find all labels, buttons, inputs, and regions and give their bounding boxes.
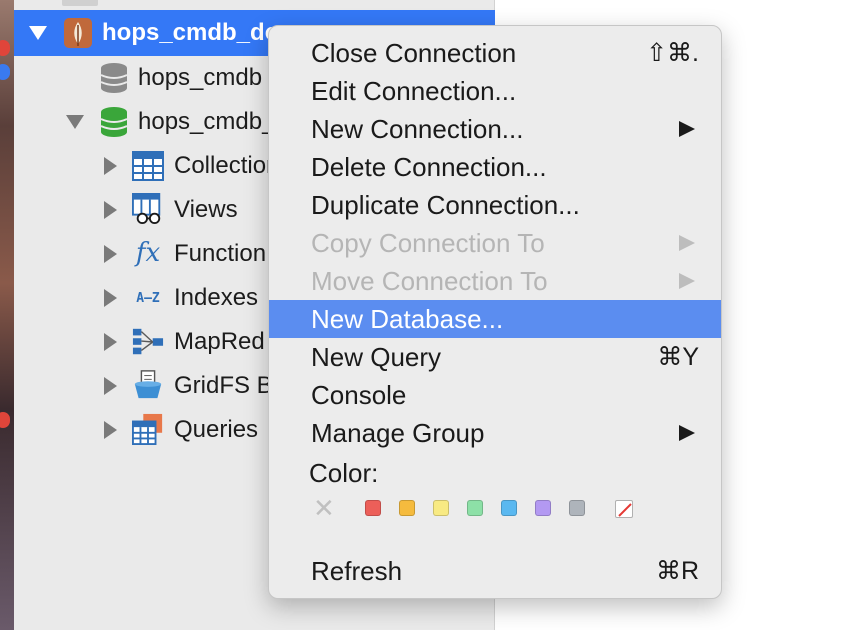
tree-item-label: MapRed <box>174 328 265 355</box>
menu-item-new-connection[interactable]: New Connection... <box>269 110 721 148</box>
color-swatch[interactable] <box>535 500 551 516</box>
menu-item-label: Refresh <box>311 555 403 586</box>
tree-item-label: GridFS B <box>174 372 273 399</box>
database-label: hops_cmdb_ <box>138 108 276 135</box>
mongodb-leaf-icon <box>62 17 94 49</box>
disclosure-collapsed-icon[interactable] <box>104 289 117 307</box>
clipped-row <box>62 0 98 6</box>
submenu-arrow-icon <box>679 121 695 137</box>
disclosure-collapsed-icon[interactable] <box>104 157 117 175</box>
menu-shortcut: ⌘R <box>655 557 699 585</box>
menu-item-move-connection-to: Move Connection To <box>269 262 721 300</box>
database-green-icon <box>98 106 130 138</box>
desktop-badge-icon <box>0 64 10 80</box>
menu-item-new-query[interactable]: New Query ⌘Y <box>269 338 721 376</box>
context-menu: Close Connection ⇧⌘. Edit Connection... … <box>268 25 722 599</box>
menu-item-label: Duplicate Connection... <box>311 189 580 220</box>
desktop-edge <box>0 0 14 630</box>
view-icon <box>132 193 164 225</box>
menu-item-label: Console <box>311 379 407 410</box>
menu-item-label: Manage Group <box>311 417 485 448</box>
menu-item-copy-connection-to: Copy Connection To <box>269 224 721 262</box>
color-swatch[interactable] <box>467 500 483 516</box>
menu-item-refresh[interactable]: Refresh ⌘R <box>269 552 721 590</box>
menu-item-label: New Query <box>311 341 442 372</box>
disclosure-collapsed-icon[interactable] <box>104 377 117 395</box>
color-swatch[interactable] <box>569 500 585 516</box>
database-label: hops_cmdb <box>138 64 263 91</box>
function-icon: fx <box>135 238 161 268</box>
color-swatch[interactable] <box>501 500 517 516</box>
color-swatch[interactable] <box>365 500 381 516</box>
database-gray-icon <box>98 62 130 94</box>
menu-item-label: Edit Connection... <box>311 75 517 106</box>
menu-shortcut: ⇧⌘. <box>646 39 699 67</box>
menu-item-delete-connection[interactable]: Delete Connection... <box>269 148 721 186</box>
desktop-badge-icon <box>0 40 10 56</box>
index-icon: A–Z <box>136 290 160 306</box>
menu-item-close-connection[interactable]: Close Connection ⇧⌘. <box>269 34 721 72</box>
menu-item-new-database[interactable]: New Database... <box>269 300 721 338</box>
mapreduce-icon <box>132 326 164 358</box>
menu-item-label: Delete Connection... <box>311 151 547 182</box>
disclosure-collapsed-icon[interactable] <box>104 245 117 263</box>
tree-item-label: Collection <box>174 152 280 179</box>
disclosure-collapsed-icon[interactable] <box>104 421 117 439</box>
gridfs-icon <box>132 369 164 401</box>
tree-item-label: Queries <box>174 416 259 443</box>
queries-icon <box>132 413 164 445</box>
tree-item-label: Function <box>174 240 267 267</box>
menu-item-label: New Database... <box>311 303 504 334</box>
color-label: Color: <box>309 458 379 488</box>
disclosure-collapsed-icon[interactable] <box>104 201 117 219</box>
color-swatch[interactable] <box>399 500 415 516</box>
menu-item-label: Close Connection <box>311 37 517 68</box>
submenu-arrow-icon <box>679 273 695 289</box>
submenu-arrow-icon <box>679 235 695 251</box>
menu-item-label: Move Connection To <box>311 265 548 296</box>
table-icon <box>132 150 164 182</box>
disclosure-collapsed-icon[interactable] <box>104 333 117 351</box>
menu-item-edit-connection[interactable]: Edit Connection... <box>269 72 721 110</box>
tree-item-label: Views <box>174 196 238 223</box>
no-color-swatch[interactable]: ✕ <box>313 495 335 521</box>
custom-color-swatch[interactable] <box>615 500 633 518</box>
menu-item-duplicate-connection[interactable]: Duplicate Connection... <box>269 186 721 224</box>
desktop-badge-icon <box>0 412 10 428</box>
disclosure-expanded-icon[interactable] <box>29 26 47 40</box>
menu-item-console[interactable]: Console <box>269 376 721 414</box>
menu-item-label: New Connection... <box>311 113 524 144</box>
menu-shortcut: ⌘Y <box>657 343 699 371</box>
tree-item-label: Indexes <box>174 284 259 311</box>
menu-item-manage-group[interactable]: Manage Group <box>269 414 721 452</box>
submenu-arrow-icon <box>679 425 695 441</box>
menu-item-label: Copy Connection To <box>311 227 545 258</box>
connection-label: hops_cmdb_doc <box>102 19 293 46</box>
color-swatch[interactable] <box>433 500 449 516</box>
disclosure-expanded-icon[interactable] <box>66 115 84 129</box>
